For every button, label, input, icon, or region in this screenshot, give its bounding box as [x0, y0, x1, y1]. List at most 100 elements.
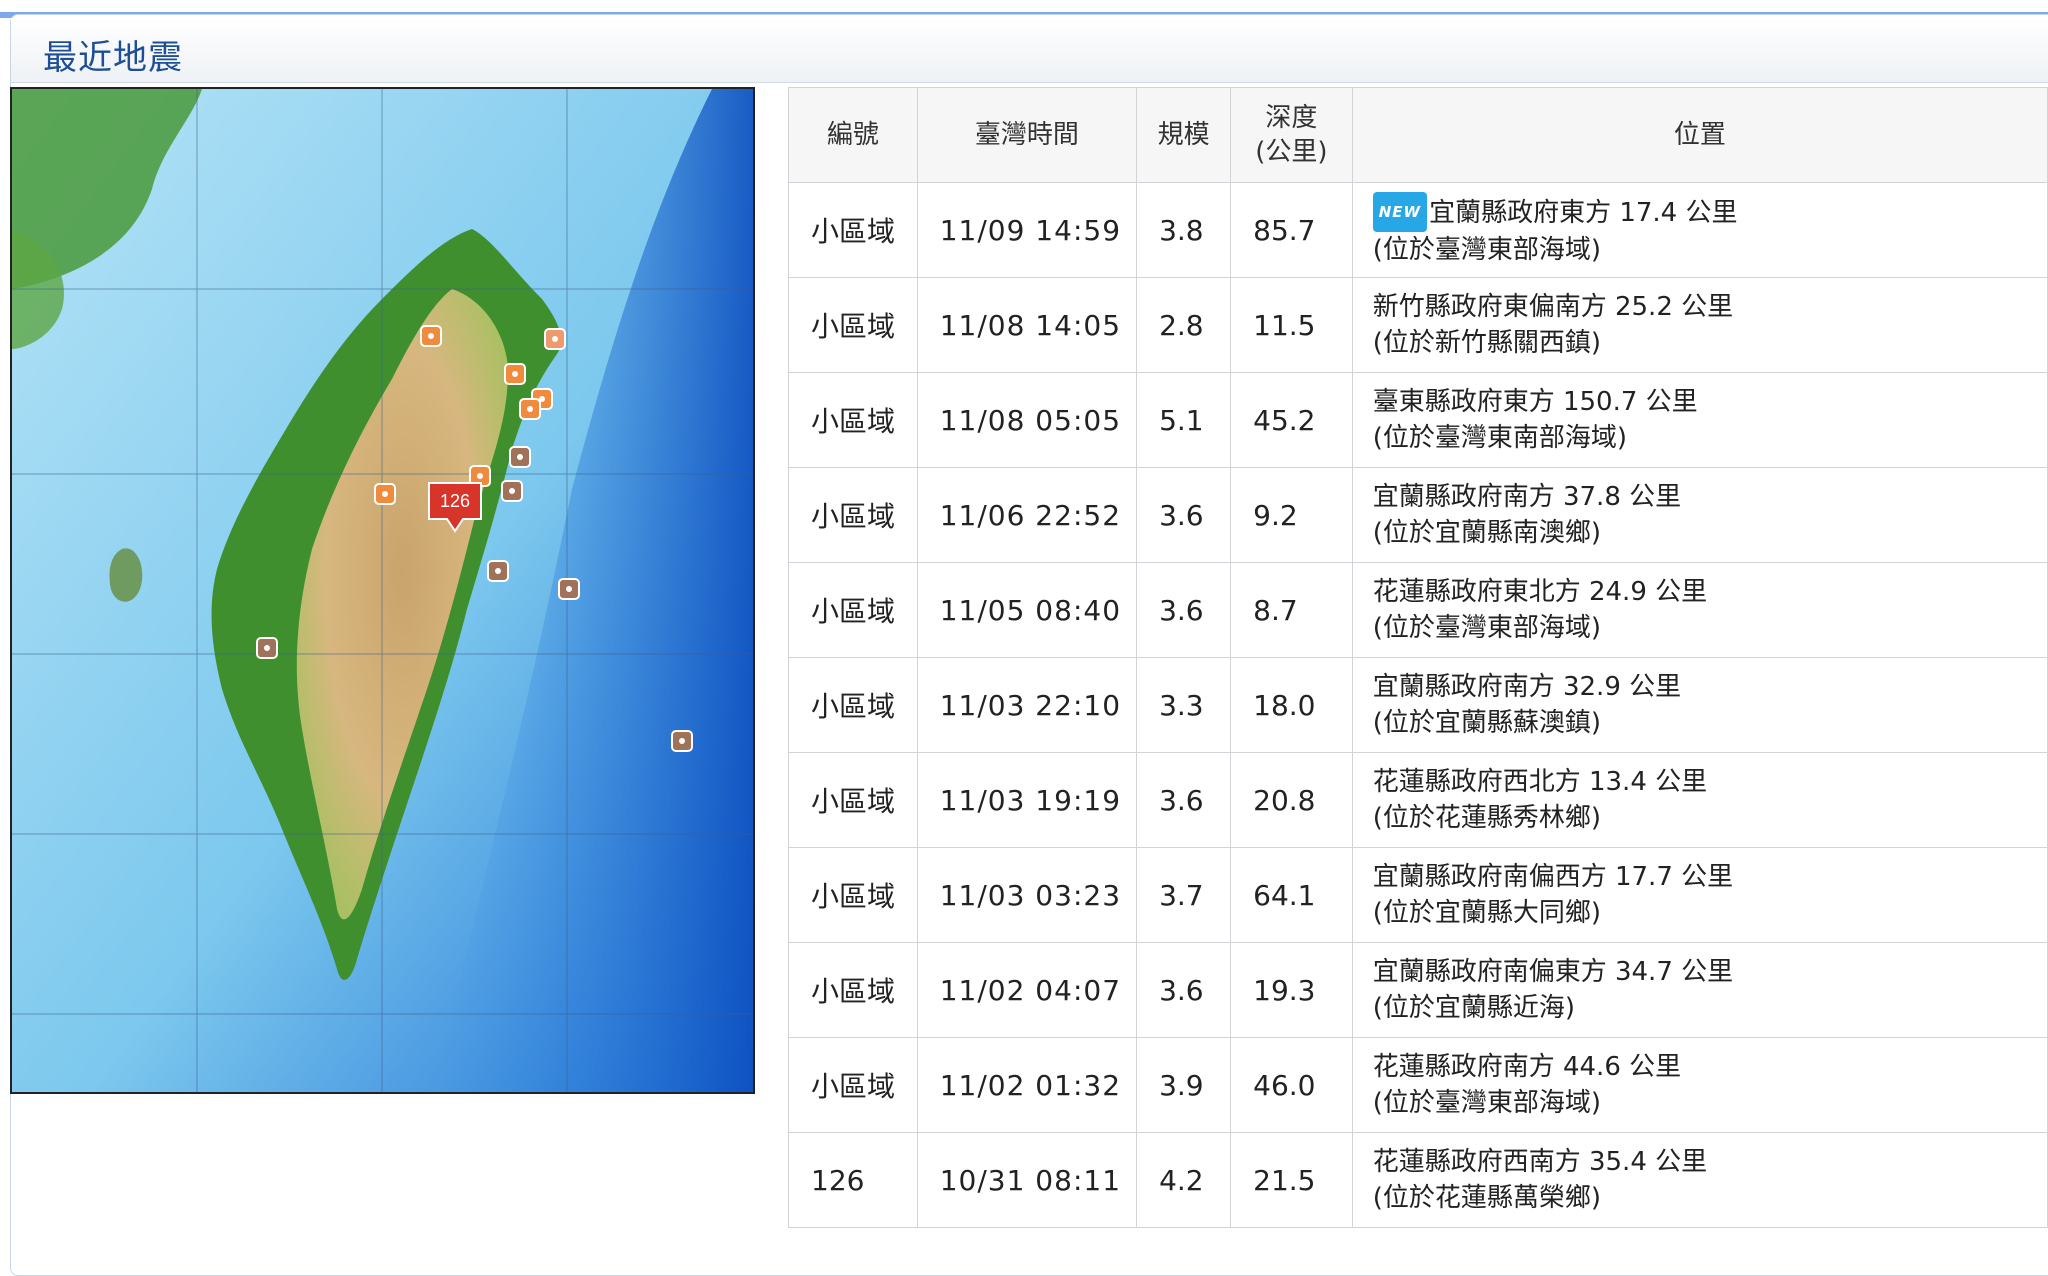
epicenter-marker-recent [504, 363, 526, 385]
cell-time: 11/08 14:05 [916, 277, 1138, 373]
location-subtext: (位於宜蘭縣蘇澳鎮) [1372, 708, 1601, 738]
location-subtext: (位於新竹縣關西鎮) [1372, 328, 1601, 358]
cell-magnitude: 5.1 [1136, 372, 1232, 468]
cell-time: 11/02 04:07 [916, 942, 1138, 1038]
epicenter-marker-recent [544, 328, 566, 350]
cell-magnitude: 3.3 [1136, 657, 1232, 753]
epicenter-marker-recent [420, 325, 442, 347]
table-row[interactable]: 小區域 11/03 03:23 3.7 64.1 宜蘭縣政府南偏西方 17.7 … [788, 847, 2048, 943]
cell-magnitude: 2.8 [1136, 277, 1232, 373]
location-subtext: (位於宜蘭縣大同鄉) [1372, 898, 1601, 928]
cell-depth: 21.5 [1230, 1132, 1353, 1228]
cell-id: 小區域 [788, 562, 918, 658]
table-header-row: 編號 臺灣時間 規模 深度 (公里) 位置 [788, 87, 2048, 183]
cell-magnitude: 3.8 [1136, 182, 1232, 278]
earthquake-map[interactable]: 126 [10, 87, 755, 1094]
cell-time: 11/03 03:23 [916, 847, 1138, 943]
epicenter-marker-older [509, 446, 531, 468]
cell-location[interactable]: 宜蘭縣政府南方 32.9 公里 (位於宜蘭縣蘇澳鎮) [1351, 657, 2048, 753]
cell-location[interactable]: 新竹縣政府東偏南方 25.2 公里 (位於新竹縣關西鎮) [1351, 277, 2048, 373]
cell-location[interactable]: 花蓮縣政府西北方 13.4 公里 (位於花蓮縣秀林鄉) [1351, 752, 2048, 848]
panel-title: 最近地震 [43, 38, 183, 78]
location-text: 花蓮縣政府南方 44.6 公里 [1372, 1052, 1682, 1082]
table-row[interactable]: 126 10/31 08:11 4.2 21.5 花蓮縣政府西南方 35.4 公… [788, 1132, 2048, 1228]
table-row[interactable]: 小區域 11/08 05:05 5.1 45.2 臺東縣政府東方 150.7 公… [788, 372, 2048, 468]
table-row[interactable]: 小區域 11/09 14:59 3.8 85.7 NEW 宜蘭縣政府東方 17.4… [788, 182, 2048, 278]
col-header-depth-label: 深度 [1265, 103, 1318, 133]
location-text: 宜蘭縣政府南偏東方 34.7 公里 [1372, 957, 1734, 987]
location-subtext: (位於花蓮縣萬榮鄉) [1372, 1183, 1601, 1213]
cell-id: 126 [788, 1132, 918, 1228]
location-text: 宜蘭縣政府南方 32.9 公里 [1372, 672, 1682, 702]
cell-location[interactable]: NEW 宜蘭縣政府東方 17.4 公里 (位於臺灣東部海域) [1351, 182, 2048, 278]
cell-depth: 85.7 [1230, 182, 1353, 278]
location-text: 臺東縣政府東方 150.7 公里 [1372, 387, 1698, 417]
table-row[interactable]: 小區域 11/03 19:19 3.6 20.8 花蓮縣政府西北方 13.4 公… [788, 752, 2048, 848]
cell-depth: 45.2 [1230, 372, 1353, 468]
location-text: 宜蘭縣政府東方 17.4 公里 [1429, 198, 1738, 228]
cell-depth: 46.0 [1230, 1037, 1353, 1133]
epicenter-marker-older [501, 480, 523, 502]
epicenter-marker-recent [519, 398, 541, 420]
location-text: 新竹縣政府東偏南方 25.2 公里 [1372, 292, 1734, 322]
location-subtext: (位於宜蘭縣近海) [1372, 993, 1575, 1023]
table-row[interactable]: 小區域 11/02 01:32 3.9 46.0 花蓮縣政府南方 44.6 公里… [788, 1037, 2048, 1133]
table-row[interactable]: 小區域 11/05 08:40 3.6 8.7 花蓮縣政府東北方 24.9 公里… [788, 562, 2048, 658]
location-text: 花蓮縣政府東北方 24.9 公里 [1372, 577, 1708, 607]
highlight-marker-label: 126 [440, 491, 470, 511]
earthquake-table: 編號 臺灣時間 規模 深度 (公里) 位置 小區域 11/09 14:59 3.… [788, 87, 2048, 1228]
table-row[interactable]: 小區域 11/06 22:52 3.6 9.2 宜蘭縣政府南方 37.8 公里 … [788, 467, 2048, 563]
cell-depth: 9.2 [1230, 467, 1353, 563]
cell-magnitude: 3.6 [1136, 562, 1232, 658]
cell-depth: 19.3 [1230, 942, 1353, 1038]
cell-location[interactable]: 臺東縣政府東方 150.7 公里 (位於臺灣東南部海域) [1351, 372, 2048, 468]
cell-depth: 18.0 [1230, 657, 1353, 753]
location-text: 花蓮縣政府西北方 13.4 公里 [1372, 767, 1708, 797]
cell-magnitude: 3.9 [1136, 1037, 1232, 1133]
epicenter-marker-recent [374, 483, 396, 505]
location-text: 花蓮縣政府西南方 35.4 公里 [1372, 1147, 1708, 1177]
epicenter-marker-older [256, 637, 278, 659]
new-badge: NEW [1372, 192, 1428, 232]
location-subtext: (位於臺灣東部海域) [1372, 613, 1601, 643]
cell-id: 小區域 [788, 467, 918, 563]
cell-magnitude: 3.6 [1136, 467, 1232, 563]
location-subtext: (位於臺灣東部海域) [1372, 235, 1601, 265]
penghu-islands [109, 548, 143, 602]
cell-time: 11/05 08:40 [916, 562, 1138, 658]
cell-location[interactable]: 宜蘭縣政府南方 37.8 公里 (位於宜蘭縣南澳鄉) [1351, 467, 2048, 563]
cell-time: 11/03 22:10 [916, 657, 1138, 753]
col-header-depth-unit: (公里) [1255, 137, 1328, 167]
cell-time: 11/06 22:52 [916, 467, 1138, 563]
cell-id: 小區域 [788, 182, 918, 278]
cell-time: 10/31 08:11 [916, 1132, 1138, 1228]
cell-depth: 8.7 [1230, 562, 1353, 658]
table-row[interactable]: 小區域 11/02 04:07 3.6 19.3 宜蘭縣政府南偏東方 34.7 … [788, 942, 2048, 1038]
epicenter-marker-older [671, 730, 693, 752]
cell-magnitude: 3.6 [1136, 942, 1232, 1038]
cell-location[interactable]: 花蓮縣政府南方 44.6 公里 (位於臺灣東部海域) [1351, 1037, 2048, 1133]
cell-magnitude: 3.6 [1136, 752, 1232, 848]
cell-time: 11/03 19:19 [916, 752, 1138, 848]
cell-location[interactable]: 花蓮縣政府西南方 35.4 公里 (位於花蓮縣萬榮鄉) [1351, 1132, 2048, 1228]
cell-id: 小區域 [788, 372, 918, 468]
col-header-magnitude: 規模 [1136, 87, 1232, 183]
col-header-depth: 深度 (公里) [1230, 87, 1353, 183]
cell-location[interactable]: 花蓮縣政府東北方 24.9 公里 (位於臺灣東部海域) [1351, 562, 2048, 658]
epicenter-marker-older [487, 560, 509, 582]
table-row[interactable]: 小區域 11/03 22:10 3.3 18.0 宜蘭縣政府南方 32.9 公里… [788, 657, 2048, 753]
cell-id: 小區域 [788, 1037, 918, 1133]
col-header-time: 臺灣時間 [916, 87, 1138, 183]
location-subtext: (位於宜蘭縣南澳鄉) [1372, 518, 1601, 548]
table-row[interactable]: 小區域 11/08 14:05 2.8 11.5 新竹縣政府東偏南方 25.2 … [788, 277, 2048, 373]
cell-location[interactable]: 宜蘭縣政府南偏東方 34.7 公里 (位於宜蘭縣近海) [1351, 942, 2048, 1038]
location-text: 宜蘭縣政府南方 37.8 公里 [1372, 482, 1682, 512]
cell-magnitude: 4.2 [1136, 1132, 1232, 1228]
cell-id: 小區域 [788, 277, 918, 373]
panel-header: 最近地震 [11, 18, 2048, 83]
col-header-location: 位置 [1351, 87, 2048, 183]
epicenter-marker-older [558, 578, 580, 600]
cell-location[interactable]: 宜蘭縣政府南偏西方 17.7 公里 (位於宜蘭縣大同鄉) [1351, 847, 2048, 943]
col-header-id: 編號 [788, 87, 918, 183]
cell-depth: 64.1 [1230, 847, 1353, 943]
